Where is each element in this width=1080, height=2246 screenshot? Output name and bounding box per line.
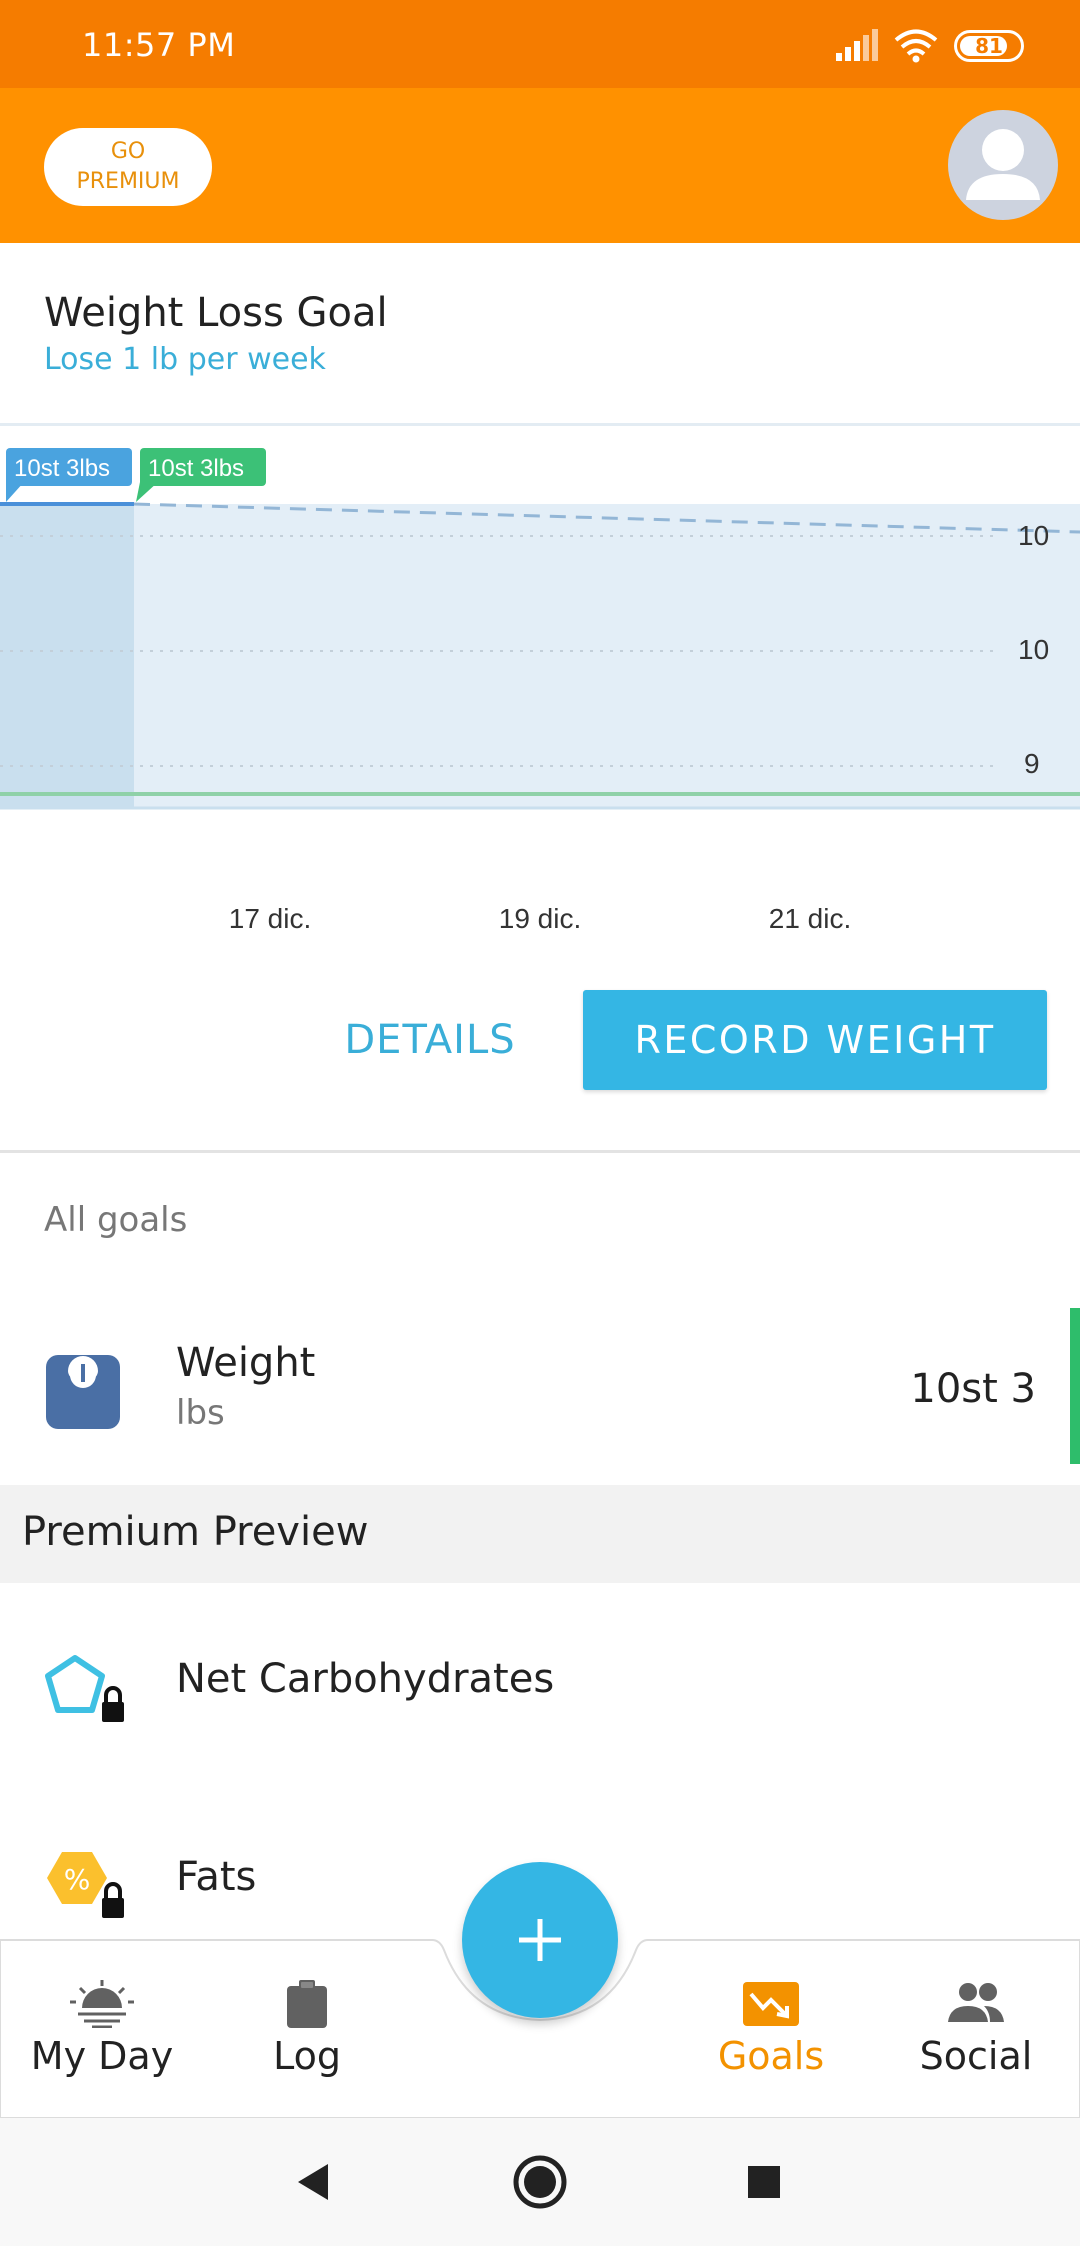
nav-goals[interactable]: Goals [671, 1980, 871, 2090]
avatar[interactable] [948, 110, 1058, 220]
chart-area [0, 504, 1080, 808]
back-icon[interactable] [282, 2150, 346, 2214]
svg-text:%: % [64, 1863, 91, 1896]
premium-line1: GO [110, 139, 146, 164]
status-icons: 81 [834, 26, 1024, 66]
app-header: GO PREMIUM [0, 88, 1080, 243]
y-tick-label: 9 [1024, 748, 1040, 779]
battery-icon: 81 [954, 30, 1024, 62]
nav-my-day-label: My Day [30, 2034, 174, 2078]
goal-title: Weight Loss Goal [44, 290, 388, 336]
signal-icon [836, 29, 878, 61]
plus-icon [519, 1919, 561, 1961]
wifi-icon [894, 29, 938, 63]
fats-label: Fats [176, 1854, 257, 1900]
tag-start: 10st 3lbs [136, 448, 266, 502]
x-tick-label: 19 dic. [499, 903, 582, 934]
premium-line2: PREMIUM [76, 169, 180, 194]
goal-subtitle: Lose 1 lb per week [44, 342, 326, 377]
y-tick-label: 10 [1018, 520, 1049, 551]
user-icon [966, 129, 1040, 200]
weight-label: Weight [176, 1340, 316, 1386]
x-tick-label: 17 dic. [229, 903, 312, 934]
nav-goals-label: Goals [717, 2034, 825, 2078]
all-goals-heading: All goals [44, 1200, 188, 1240]
go-premium-button[interactable]: GO PREMIUM [44, 128, 212, 206]
people-icon [948, 1983, 1004, 2022]
nav-my-day[interactable]: My Day [2, 1980, 202, 2090]
y-tick-label: 10 [1018, 634, 1049, 665]
system-nav-bar [0, 2118, 1080, 2246]
premium-preview-title: Premium Preview [22, 1509, 369, 1555]
add-button[interactable] [462, 1862, 618, 2018]
chart-past-area [0, 504, 134, 808]
status-bar: 11:57 PM 81 [0, 0, 1080, 88]
home-icon[interactable] [508, 2150, 572, 2214]
tag-current-label: 10st 3lbs [14, 455, 110, 482]
x-axis-labels: 17 dic. 19 dic. 21 dic. [229, 903, 852, 934]
nav-social[interactable]: Social [876, 1980, 1076, 2090]
status-time: 11:57 PM [82, 26, 236, 64]
clipboard-icon [287, 1980, 327, 2028]
battery-level: 81 [975, 34, 1003, 58]
pentagon-lock-icon [45, 1655, 124, 1722]
nav-log[interactable]: Log [207, 1980, 407, 2090]
trend-down-icon [743, 1982, 799, 2026]
nav-social-label: Social [919, 2034, 1033, 2078]
scale-icon [46, 1355, 120, 1429]
premium-preview-header: Premium Preview [0, 1485, 1080, 1583]
tag-start-label: 10st 3lbs [148, 455, 244, 482]
x-tick-label: 21 dic. [769, 903, 852, 934]
recents-icon[interactable] [732, 2150, 796, 2214]
status-marker [1070, 1308, 1080, 1464]
record-weight-button[interactable]: RECORD WEIGHT [583, 990, 1047, 1090]
tag-current: 10st 3lbs [6, 448, 132, 502]
weight-chart: 10st 3lbs 10st 3lbs 10 10 9 [0, 448, 1080, 810]
divider [0, 1150, 1080, 1153]
net-carbs-label: Net Carbohydrates [176, 1656, 555, 1702]
percent-lock-icon: % [47, 1852, 124, 1918]
weight-unit: lbs [176, 1393, 225, 1433]
details-button[interactable]: DETAILS [330, 1010, 530, 1070]
weight-value: 10st 3 [910, 1366, 1036, 1412]
sunrise-icon [70, 1980, 134, 2028]
nav-log-label: Log [273, 2034, 341, 2078]
